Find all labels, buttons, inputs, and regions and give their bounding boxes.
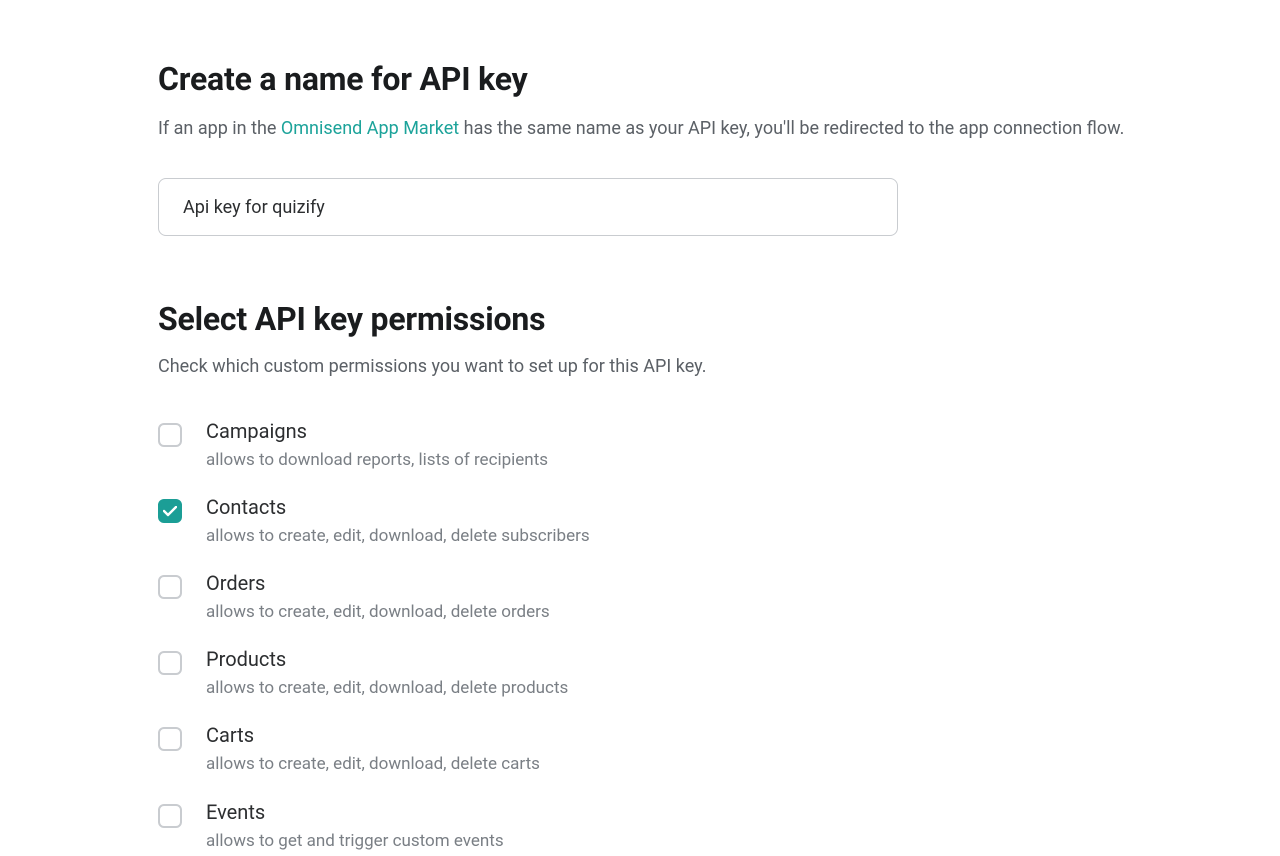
permission-row-products: Products allows to create, edit, downloa… bbox=[158, 649, 1280, 699]
permission-row-events: Events allows to get and trigger custom … bbox=[158, 802, 1280, 852]
permission-title: Products bbox=[206, 649, 568, 669]
permission-row-carts: Carts allows to create, edit, download, … bbox=[158, 725, 1280, 775]
intro-before: If an app in the bbox=[158, 118, 281, 139]
permission-text-orders: Orders allows to create, edit, download,… bbox=[206, 573, 550, 623]
permission-text-carts: Carts allows to create, edit, download, … bbox=[206, 725, 540, 775]
permissions-subtext: Check which custom permissions you want … bbox=[158, 356, 1280, 377]
permission-title: Contacts bbox=[206, 497, 590, 517]
permission-desc: allows to get and trigger custom events bbox=[206, 830, 504, 852]
permission-checkbox-campaigns[interactable] bbox=[158, 423, 182, 447]
permission-text-products: Products allows to create, edit, downloa… bbox=[206, 649, 568, 699]
permissions-heading: Select API key permissions bbox=[158, 300, 1280, 338]
permission-desc: allows to create, edit, download, delete… bbox=[206, 601, 550, 623]
permission-title: Events bbox=[206, 802, 504, 822]
api-key-form: Create a name for API key If an app in t… bbox=[0, 0, 1280, 852]
permission-row-campaigns: Campaigns allows to download reports, li… bbox=[158, 421, 1280, 471]
permission-checkbox-orders[interactable] bbox=[158, 575, 182, 599]
permission-checkbox-events[interactable] bbox=[158, 804, 182, 828]
permission-row-orders: Orders allows to create, edit, download,… bbox=[158, 573, 1280, 623]
permission-title: Carts bbox=[206, 725, 540, 745]
permission-checkbox-carts[interactable] bbox=[158, 727, 182, 751]
app-market-link[interactable]: Omnisend App Market bbox=[281, 118, 459, 139]
permission-desc: allows to create, edit, download, delete… bbox=[206, 525, 590, 547]
permission-row-contacts: Contacts allows to create, edit, downloa… bbox=[158, 497, 1280, 547]
check-icon bbox=[163, 506, 177, 517]
permission-desc: allows to create, edit, download, delete… bbox=[206, 753, 540, 775]
permission-title: Orders bbox=[206, 573, 550, 593]
intro-after: has the same name as your API key, you'l… bbox=[459, 118, 1124, 139]
intro-text: If an app in the Omnisend App Market has… bbox=[158, 116, 1280, 142]
permissions-list: Campaigns allows to download reports, li… bbox=[158, 421, 1280, 852]
permission-text-events: Events allows to get and trigger custom … bbox=[206, 802, 504, 852]
permission-checkbox-products[interactable] bbox=[158, 651, 182, 675]
permission-title: Campaigns bbox=[206, 421, 548, 441]
api-key-name-input[interactable] bbox=[158, 178, 898, 236]
permission-checkbox-contacts[interactable] bbox=[158, 499, 182, 523]
permission-desc: allows to create, edit, download, delete… bbox=[206, 677, 568, 699]
permission-text-campaigns: Campaigns allows to download reports, li… bbox=[206, 421, 548, 471]
create-name-heading: Create a name for API key bbox=[158, 60, 1280, 98]
permission-desc: allows to download reports, lists of rec… bbox=[206, 449, 548, 471]
permission-text-contacts: Contacts allows to create, edit, downloa… bbox=[206, 497, 590, 547]
